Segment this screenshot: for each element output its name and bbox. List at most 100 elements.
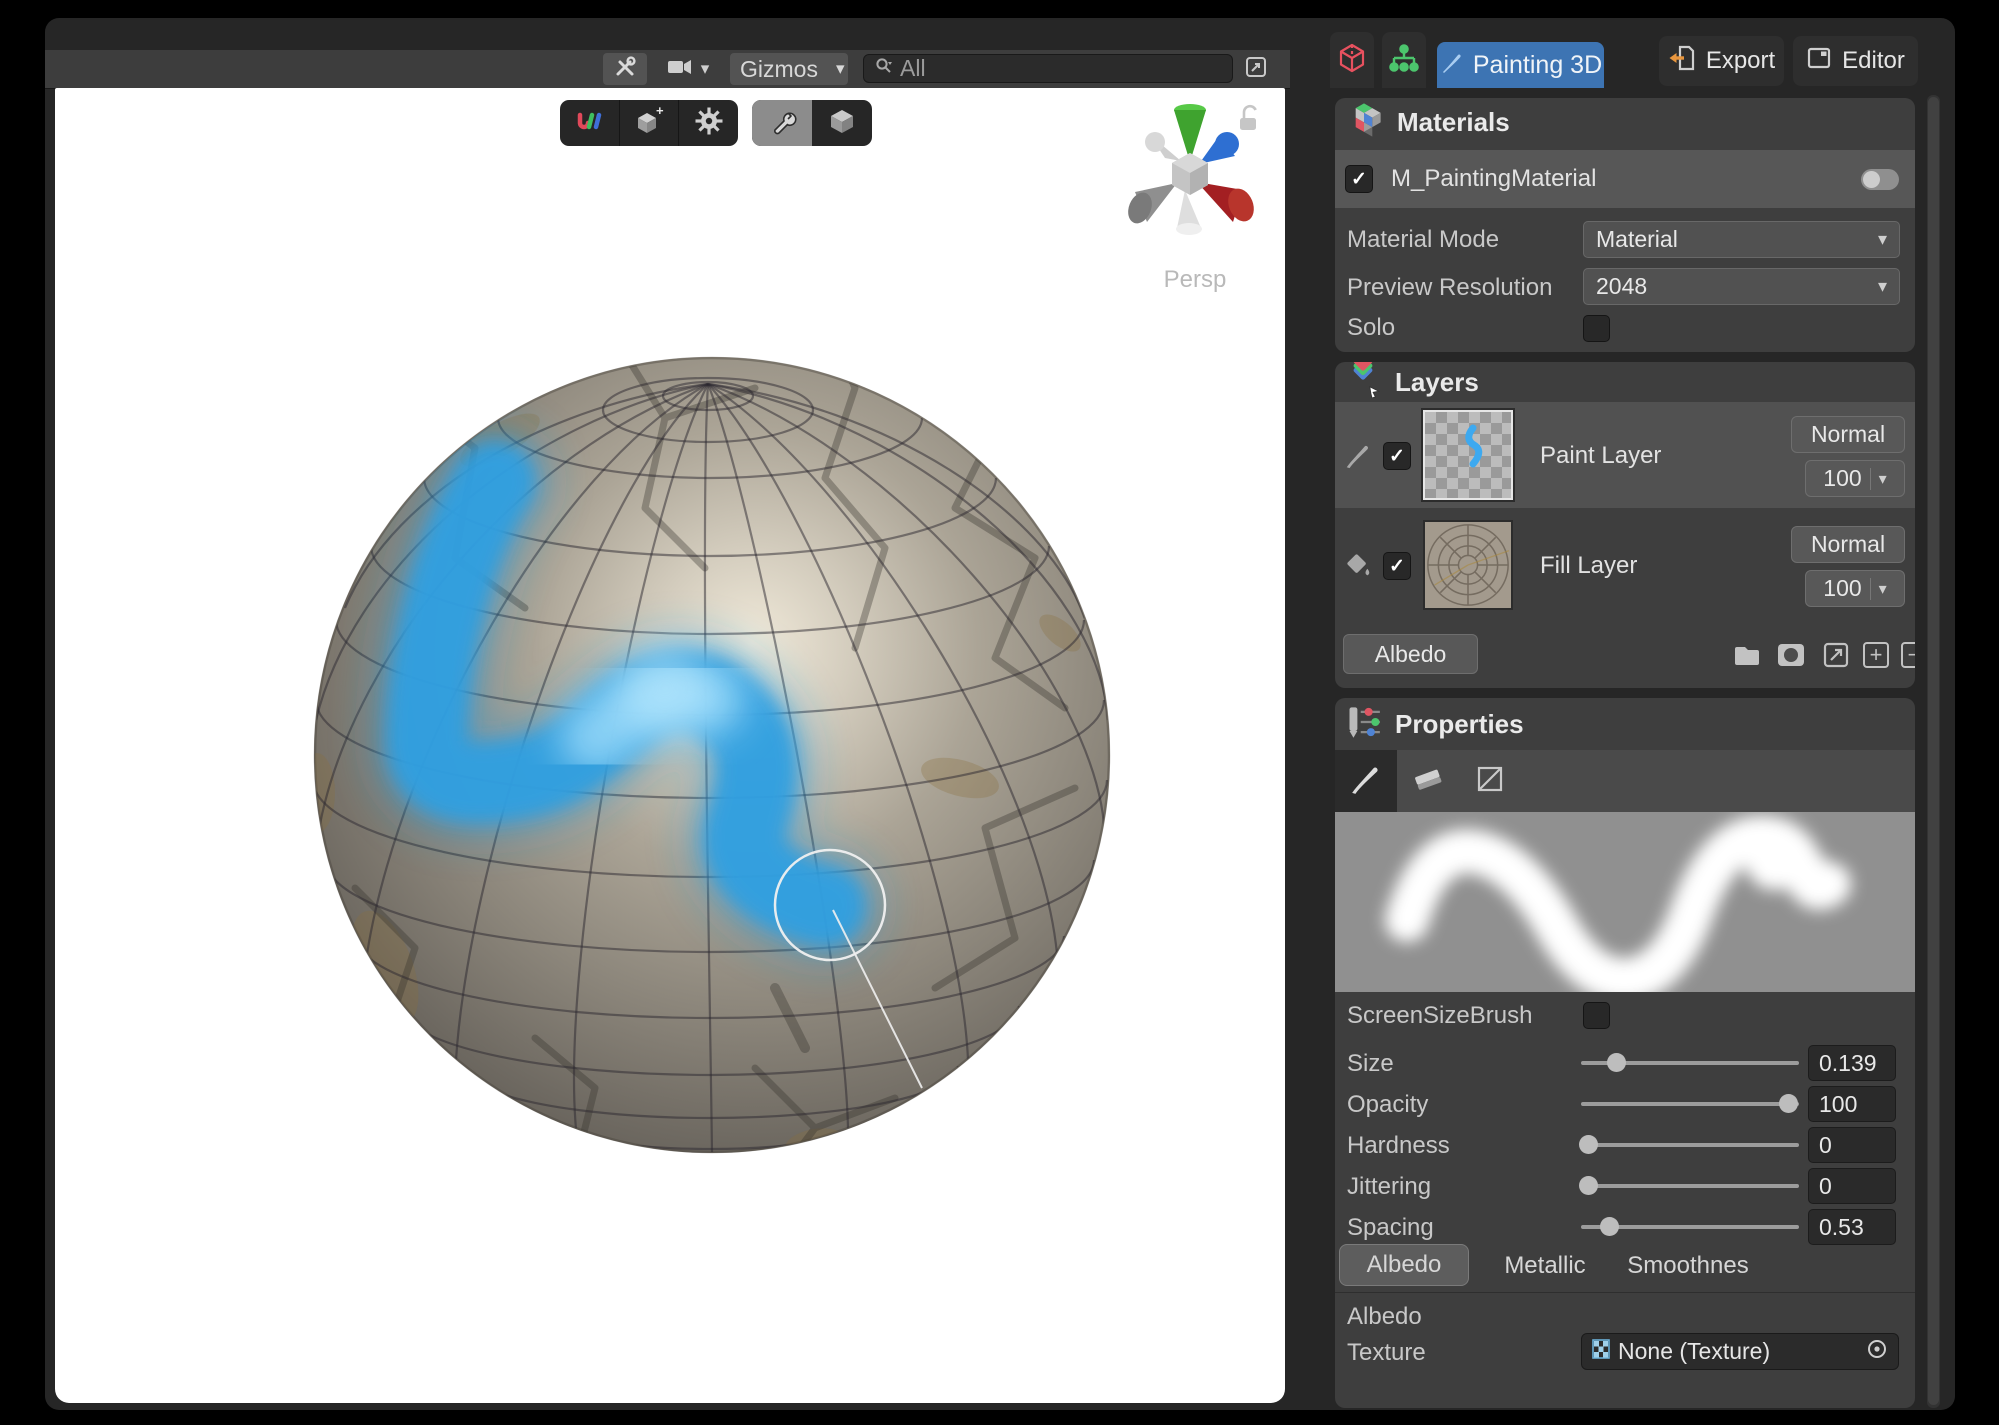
settings-button[interactable]	[679, 100, 738, 146]
channel-tab-albedo-label: Albedo	[1367, 1251, 1442, 1279]
panel-tab-hierarchy[interactable]	[1382, 32, 1426, 88]
wrench-tool-button[interactable]	[752, 100, 812, 146]
editor-window-icon	[1806, 45, 1832, 78]
size-value-field[interactable]: 0.139	[1808, 1045, 1896, 1081]
solo-checkbox[interactable]	[1583, 315, 1610, 342]
channel-tab-albedo[interactable]: Albedo	[1339, 1244, 1469, 1286]
jittering-slider-handle[interactable]	[1579, 1176, 1598, 1195]
jittering-slider[interactable]	[1581, 1184, 1799, 1188]
fill-layer-thumbnail[interactable]	[1423, 520, 1513, 610]
material-mode-dropdown[interactable]: Material ▾	[1583, 221, 1900, 258]
gizmos-dropdown[interactable]: Gizmos ▾	[730, 53, 848, 85]
material-row[interactable]: ✓ M_PaintingMaterial	[1335, 150, 1915, 208]
bucket-layer-type-icon	[1343, 550, 1373, 585]
panel-tab-uv[interactable]	[1330, 32, 1374, 88]
paint-plugin-button[interactable]	[560, 100, 620, 146]
panel-scrollbar-thumb[interactable]	[1928, 97, 1939, 1405]
object-picker-icon[interactable]	[1866, 1338, 1888, 1365]
new-folder-icon[interactable]	[1733, 642, 1761, 673]
add-layer-button[interactable]: +	[1863, 642, 1889, 668]
size-slider[interactable]	[1581, 1061, 1799, 1065]
layer-opacity-dropdown[interactable]: 100 ▾	[1805, 570, 1905, 607]
properties-header[interactable]: Properties	[1335, 698, 1915, 750]
wrench-icon	[767, 106, 797, 141]
spacing-slider[interactable]	[1581, 1225, 1799, 1229]
eraser-tool-button[interactable]	[1397, 750, 1459, 812]
resize-layer-icon[interactable]	[1822, 641, 1850, 674]
texture-thumb-icon	[1592, 1339, 1610, 1364]
unlock-icon[interactable]	[1237, 104, 1263, 139]
opacity-slider-handle[interactable]	[1779, 1094, 1798, 1113]
gradient-tool-button[interactable]	[1459, 750, 1521, 812]
jittering-value-field[interactable]: 0	[1808, 1168, 1896, 1204]
paint-layer-thumbnail[interactable]	[1423, 410, 1513, 500]
chevron-down-icon: ▾	[701, 59, 710, 79]
properties-section: Properties	[1335, 698, 1915, 1408]
scene-camera-dropdown[interactable]: ▾	[655, 53, 721, 85]
panel-scrollbar[interactable]	[1927, 95, 1940, 1408]
channel-tab-smoothness[interactable]: Smoothnes	[1623, 1246, 1753, 1286]
texture-value: None (Texture)	[1618, 1338, 1770, 1365]
hierarchy-tree-icon	[1388, 42, 1420, 79]
properties-sliders-icon	[1345, 704, 1381, 745]
preview-resolution-label: Preview Resolution	[1347, 274, 1552, 302]
persp-label[interactable]: Persp	[1140, 266, 1250, 294]
layer-visible-checkbox[interactable]: ✓	[1383, 442, 1411, 470]
search-placeholder: All	[900, 55, 926, 82]
opacity-value-field[interactable]: 100	[1808, 1086, 1896, 1122]
add-object-button[interactable]: +	[620, 100, 680, 146]
layer-opacity-dropdown[interactable]: 100 ▾	[1805, 460, 1905, 497]
spacing-slider-handle[interactable]	[1600, 1217, 1619, 1236]
layer-visible-checkbox[interactable]: ✓	[1383, 552, 1411, 580]
chevron-down-icon: ▾	[1879, 469, 1887, 489]
layers-stack-icon	[1345, 362, 1381, 403]
texture-object-field[interactable]: None (Texture)	[1581, 1333, 1899, 1370]
app-root: ▾ Gizmos ▾ All	[0, 0, 1999, 1425]
mesh-tool-button[interactable]	[812, 100, 872, 146]
scene-viewport[interactable]: +	[55, 88, 1285, 1403]
material-enabled-checkbox[interactable]: ✓	[1345, 165, 1373, 193]
gear-icon	[695, 107, 723, 140]
scene-tools-button[interactable]	[603, 53, 647, 85]
editor-label: Editor	[1842, 47, 1905, 75]
layers-channel-button[interactable]: Albedo	[1343, 634, 1478, 674]
brush-icon	[1349, 762, 1383, 801]
layer-row-fill[interactable]: ✓ Fill Layer	[1335, 512, 1915, 618]
tools-icon	[613, 55, 637, 84]
blend-mode-button[interactable]: Normal	[1791, 526, 1905, 563]
toggle-knob	[1863, 171, 1880, 188]
brush-layer-type-icon	[1343, 440, 1373, 475]
size-label: Size	[1347, 1050, 1394, 1078]
layers-section: Layers ✓ Paint Layer Normal 100	[1335, 362, 1915, 688]
material-toggle[interactable]	[1861, 169, 1899, 190]
spacing-value-field[interactable]: 0.53	[1808, 1209, 1896, 1245]
hardness-slider-handle[interactable]	[1579, 1135, 1598, 1154]
hardness-label: Hardness	[1347, 1132, 1450, 1160]
materials-title: Materials	[1397, 107, 1510, 138]
layer-opacity-value: 100	[1823, 575, 1861, 602]
preview-resolution-dropdown[interactable]: 2048 ▾	[1583, 268, 1900, 305]
editor-button[interactable]: Editor	[1793, 36, 1918, 86]
layers-header[interactable]: Layers	[1335, 362, 1915, 402]
camera-icon	[667, 57, 693, 82]
remove-layer-button[interactable]: −	[1901, 642, 1915, 668]
layer-mask-icon[interactable]	[1777, 642, 1805, 673]
hardness-value-field[interactable]: 0	[1808, 1127, 1896, 1163]
scene-search-input[interactable]: All	[863, 54, 1233, 83]
maximize-button[interactable]	[1241, 54, 1271, 84]
screen-size-brush-checkbox[interactable]	[1583, 1002, 1610, 1029]
tab-painting-3d[interactable]: Painting 3D	[1437, 42, 1604, 88]
materials-header[interactable]: Materials	[1335, 98, 1915, 146]
blend-mode-button[interactable]: Normal	[1791, 416, 1905, 453]
size-slider-handle[interactable]	[1607, 1053, 1626, 1072]
gizmos-label: Gizmos	[740, 56, 818, 83]
export-button[interactable]: Export	[1659, 36, 1784, 86]
channel-tab-metallic[interactable]: Metallic	[1495, 1246, 1595, 1286]
brush-tool-button[interactable]	[1335, 750, 1397, 812]
layer-row-paint[interactable]: ✓ Paint Layer Normal 100 ▾	[1335, 402, 1915, 508]
opacity-slider[interactable]	[1581, 1102, 1799, 1106]
solo-label: Solo	[1347, 314, 1395, 342]
chevron-down-icon: ▾	[836, 59, 845, 79]
opacity-divider	[1870, 578, 1871, 600]
hardness-slider[interactable]	[1581, 1143, 1799, 1147]
